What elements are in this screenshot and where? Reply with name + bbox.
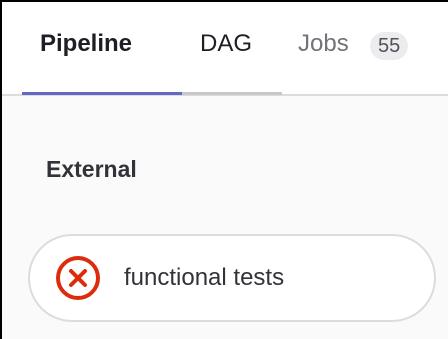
pipeline-panel: Pipeline DAG Jobs 55 External functional… bbox=[0, 0, 448, 339]
tab-dag[interactable]: DAG bbox=[200, 26, 252, 62]
job-item-functional-tests[interactable]: functional tests bbox=[28, 234, 436, 322]
jobs-count-badge: 55 bbox=[370, 32, 409, 60]
status-failed-icon bbox=[56, 256, 100, 300]
tab-jobs[interactable]: Jobs bbox=[298, 26, 349, 62]
tab-hover-indicator bbox=[182, 92, 282, 95]
stage-title: External bbox=[46, 156, 137, 182]
tab-pipeline[interactable]: Pipeline bbox=[40, 26, 132, 62]
job-name: functional tests bbox=[124, 264, 285, 291]
active-tab-indicator bbox=[22, 92, 182, 95]
pipeline-tabs: Pipeline DAG Jobs 55 bbox=[2, 2, 448, 96]
pipeline-graph: External functional tests bbox=[2, 96, 448, 339]
